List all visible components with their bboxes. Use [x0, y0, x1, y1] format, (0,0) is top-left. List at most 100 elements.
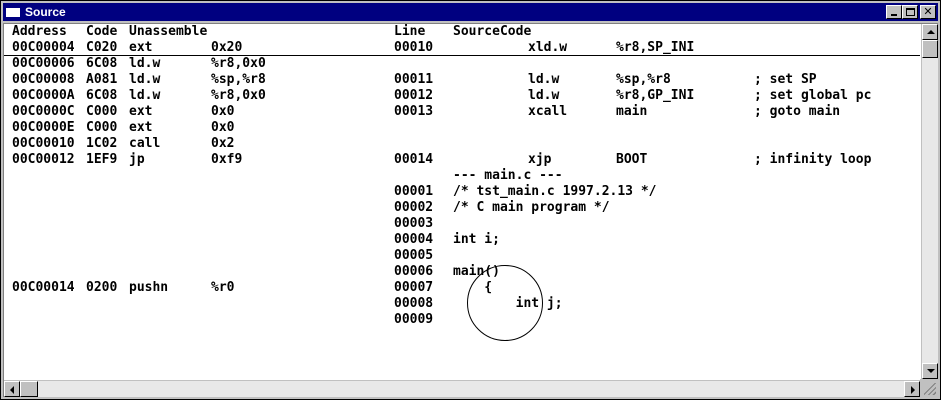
source-view[interactable]: Address Code Unassemble Line SourceCode …: [3, 23, 938, 397]
source-mnemonic-cell: xld.w: [528, 40, 568, 55]
listing-row[interactable]: 00C0000C C000 ext 0x0 00013 xcall main ; goto m…: [4, 104, 920, 120]
code-cell: 1EF9: [86, 152, 118, 167]
line-number-cell: 00005: [394, 248, 434, 263]
source-cell: main(): [453, 264, 500, 279]
arrow-left-icon: [10, 386, 14, 394]
comment-cell: ; set SP: [754, 72, 817, 87]
line-number-cell: 00001: [394, 184, 434, 199]
header-source-code: SourceCode: [453, 24, 532, 39]
maximize-button[interactable]: [902, 5, 918, 19]
line-number-cell: 00011: [394, 72, 434, 87]
size-grip[interactable]: [920, 379, 938, 397]
address-cell: 00C00010: [12, 136, 75, 151]
listing-row[interactable]: 00C00008 A081 ld.w %sp,%r8 00011 ld.w %sp,%r8;…: [4, 72, 920, 88]
operand-cell: 0x20: [211, 40, 243, 55]
listing-row[interactable]: 00C00004 C020 ext 0x20 00010 xld.w %r8,SP_INI: [4, 40, 920, 56]
listing-row[interactable]: 00C0000A 6C08 ld.w %r8,0x0 00012 ld.w %r8,GP_I…: [4, 88, 920, 104]
title-bar[interactable]: Source ✕: [3, 3, 938, 21]
address-cell: 00C00004: [12, 40, 75, 55]
source-cell: /* C main program */: [453, 200, 610, 215]
source-operand-cell: %r8,GP_INI: [616, 88, 695, 103]
source-mnemonic-cell: ld.w: [528, 72, 560, 87]
line-number-cell: 00013: [394, 104, 434, 119]
close-button[interactable]: ✕: [920, 5, 936, 19]
mnemonic-cell: pushn: [129, 280, 169, 295]
arrow-up-icon: [927, 30, 935, 34]
source-cell: int i;: [453, 232, 500, 247]
code-cell: 6C08: [86, 56, 118, 71]
code-cell: 6C08: [86, 88, 118, 103]
mnemonic-cell: call: [129, 136, 161, 151]
listing-row[interactable]: 00C00014 0200 pushn %r0 00007 {: [4, 280, 920, 296]
line-number-cell: 00006: [394, 264, 434, 279]
horizontal-scroll-thumb[interactable]: [20, 381, 38, 397]
operand-cell: 0xf9: [211, 152, 243, 167]
source-mnemonic-cell: xcall: [528, 104, 568, 119]
address-cell: 00C00006: [12, 56, 75, 71]
line-number-cell: 00008: [394, 296, 434, 311]
mnemonic-cell: ld.w: [129, 88, 161, 103]
mnemonic-cell: jp: [129, 152, 145, 167]
window-title: Source: [25, 5, 66, 19]
header-divider: [4, 55, 920, 56]
line-number-cell: 00010: [394, 40, 434, 55]
line-number-cell: 00009: [394, 312, 434, 327]
listing-row[interactable]: 00C00010 1C02 call 0x2: [4, 136, 920, 152]
operand-cell: %r0: [211, 280, 235, 295]
window-icon[interactable]: [6, 6, 20, 17]
source-mnemonic-cell: ld.w: [528, 88, 560, 103]
size-grip-icon: [924, 383, 936, 395]
listing-row[interactable]: 00C00006 6C08 ld.w %r8,0x0: [4, 56, 920, 72]
listing-row[interactable]: 00002 /* C main program */: [4, 200, 920, 216]
code-cell: C000: [86, 120, 118, 135]
address-cell: 00C00008: [12, 72, 75, 87]
scroll-left-button[interactable]: [4, 381, 20, 397]
header-address: Address: [12, 24, 67, 39]
line-number-cell: 00012: [394, 88, 434, 103]
address-cell: 00C00014: [12, 280, 75, 295]
minimize-icon: [891, 14, 897, 16]
source-mnemonic-cell: xjp: [528, 152, 552, 167]
mnemonic-cell: ld.w: [129, 72, 161, 87]
mnemonic-cell: ext: [129, 40, 153, 55]
arrow-right-icon: [911, 386, 915, 394]
operand-cell: %r8,0x0: [211, 56, 266, 71]
minimize-button[interactable]: [886, 5, 902, 19]
arrow-down-icon: [927, 369, 935, 373]
code-cell: A081: [86, 72, 118, 87]
horizontal-scrollbar[interactable]: [4, 380, 920, 397]
source-operand-cell: %sp,%r8: [616, 72, 671, 87]
address-cell: 00C0000E: [12, 120, 75, 135]
source-cell: {: [453, 280, 493, 295]
source-operand-cell: BOOT: [616, 152, 648, 167]
code-cell: 0200: [86, 280, 118, 295]
scroll-down-button[interactable]: [922, 363, 938, 379]
vertical-scroll-thumb[interactable]: [922, 40, 938, 58]
listing-row[interactable]: 00004 int i;: [4, 232, 920, 248]
listing-row[interactable]: 00003: [4, 216, 920, 232]
listing-row[interactable]: 00008 int j;: [4, 296, 920, 312]
source-cell: /* tst_main.c 1997.2.13 */: [453, 184, 657, 199]
listing-row[interactable]: 00006 main(): [4, 264, 920, 280]
listing-rows: 00C00004 C020 ext 0x20 00010 xld.w %r8,SP_INI 0…: [4, 40, 920, 328]
listing-row[interactable]: 00C00012 1EF9 jp 0xf9 00014 xjp BOOT ; infinity…: [4, 152, 920, 168]
source-listing[interactable]: Address Code Unassemble Line SourceCode …: [4, 24, 920, 379]
line-number-cell: 00003: [394, 216, 434, 231]
address-cell: 00C0000A: [12, 88, 75, 103]
operand-cell: 0x0: [211, 104, 235, 119]
source-operand-cell: %r8,SP_INI: [616, 40, 695, 55]
comment-cell: ; set global pc: [754, 88, 872, 103]
listing-row[interactable]: 00009: [4, 312, 920, 328]
maximize-icon: [906, 8, 915, 16]
scroll-up-button[interactable]: [922, 24, 938, 40]
title-buttons: ✕: [886, 5, 936, 19]
listing-row[interactable]: 00005: [4, 248, 920, 264]
line-number-cell: 00004: [394, 232, 434, 247]
listing-row[interactable]: --- main.c ---: [4, 168, 920, 184]
comment-cell: ; infinity loop: [754, 152, 872, 167]
vertical-scrollbar[interactable]: [921, 24, 938, 379]
scroll-right-button[interactable]: [904, 381, 920, 397]
listing-row[interactable]: 00001 /* tst_main.c 1997.2.13 */: [4, 184, 920, 200]
source-window: Source ✕ Address Code Unassemble Line So…: [0, 0, 941, 400]
listing-row[interactable]: 00C0000E C000 ext 0x0: [4, 120, 920, 136]
